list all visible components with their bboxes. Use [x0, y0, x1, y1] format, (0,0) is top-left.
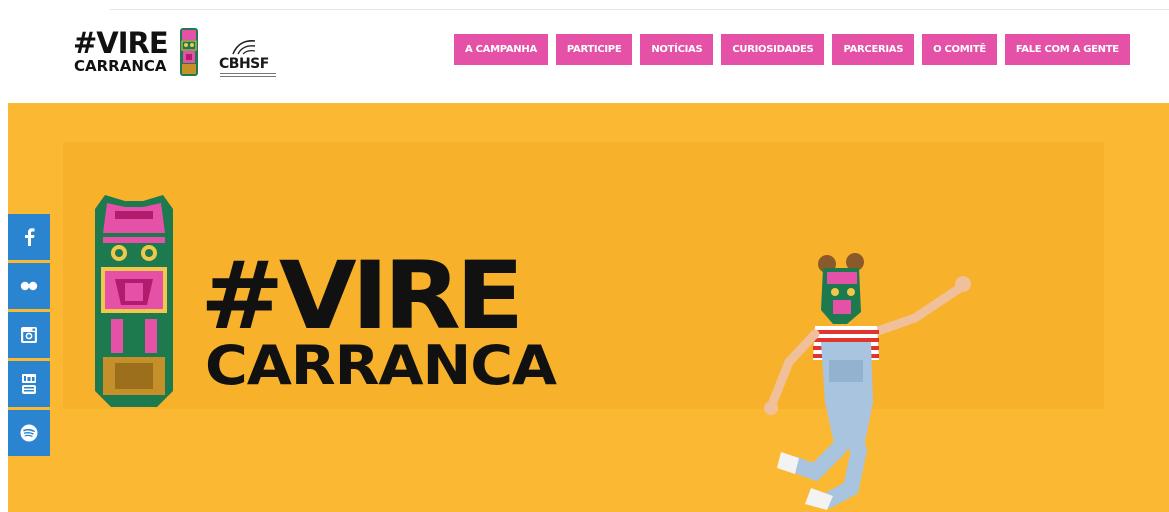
logo-line1: #VIRE: [73, 26, 169, 60]
social-sidebar: [8, 214, 50, 459]
main-nav: A CAMPANHA PARTICIPE NOTÍCIAS CURIOSIDAD…: [454, 34, 1138, 65]
instagram-link[interactable]: [8, 312, 50, 358]
jumping-kid-photo: [764, 253, 971, 510]
cbhsf-emblem-icon: [232, 40, 256, 55]
nav-curiosidades[interactable]: CURIOSIDADES: [721, 34, 825, 65]
logo-line2: CARRANCA: [74, 57, 167, 75]
spotify-link[interactable]: [8, 410, 50, 456]
youtube-link[interactable]: [8, 361, 50, 407]
nav-o-comite[interactable]: O COMITÊ: [922, 34, 997, 65]
facebook-icon: [25, 228, 35, 246]
nav-noticias[interactable]: NOTÍCIAS: [640, 34, 714, 65]
nav-fale-com-a-gente[interactable]: FALE COM A GENTE: [1004, 34, 1130, 65]
cbhsf-wordmark: CBHSF: [219, 56, 269, 72]
hero-title-line1: #VIRE: [200, 242, 524, 351]
nav-a-campanha[interactable]: A CAMPANHA: [454, 34, 548, 65]
nav-parcerias[interactable]: PARCERIAS: [832, 34, 915, 65]
spotify-icon: [20, 424, 38, 442]
hero-title-line2: CARRANCA: [205, 334, 557, 397]
carranca-totem-icon: [180, 28, 198, 76]
facebook-link[interactable]: [8, 214, 50, 260]
site-header: #VIRE CARRANCA CBHSF A CAMPANHA PARTICIP…: [0, 10, 1169, 103]
vire-carranca-logo[interactable]: #VIRE CARRANCA: [73, 24, 201, 88]
flickr-link[interactable]: [8, 263, 50, 309]
flickr-icon: [20, 281, 38, 291]
carranca-totem-illustration: [95, 195, 173, 407]
page: #VIRE CARRANCA CBHSF A CAMPANHA PARTICIP…: [0, 0, 1169, 512]
nav-participe[interactable]: PARTICIPE: [555, 34, 633, 65]
cbhsf-subtitle-lines: [220, 73, 276, 77]
instagram-icon: [21, 327, 37, 343]
youtube-icon: [22, 374, 36, 394]
cbhsf-logo[interactable]: CBHSF: [219, 38, 279, 84]
